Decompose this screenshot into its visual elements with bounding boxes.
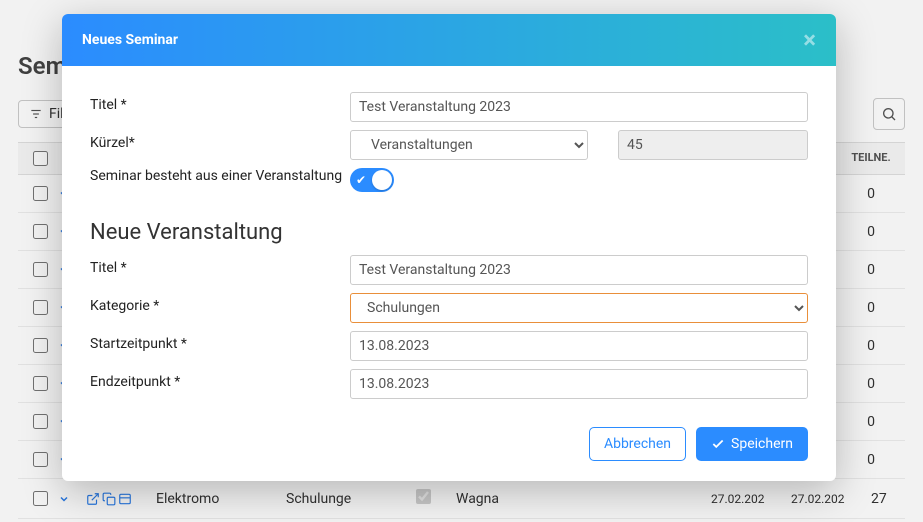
cancel-button[interactable]: Abbrechen — [589, 427, 686, 461]
label-titel: Titel * — [90, 92, 350, 113]
save-button[interactable]: Speichern — [696, 427, 808, 461]
check-icon: ✔ — [356, 173, 366, 187]
event-titel-input[interactable] — [350, 255, 808, 285]
toggle-knob — [372, 170, 392, 190]
modal-footer: Abbrechen Speichern — [62, 413, 836, 481]
section-title: Neue Veranstaltung — [90, 220, 808, 245]
label-kurzel: Kürzel* — [90, 130, 350, 151]
label-kategorie: Kategorie * — [90, 293, 350, 314]
modal-body: Titel * Kürzel* Veranstaltungen 45 Semin… — [62, 66, 836, 413]
label-end: Endzeitpunkt * — [90, 369, 350, 390]
label-single-event: Seminar besteht aus einer Veranstaltung — [90, 168, 350, 184]
modal-header: Neues Seminar × — [62, 14, 836, 66]
modal-title: Neues Seminar — [82, 32, 178, 48]
single-event-toggle[interactable]: ✔ — [350, 168, 394, 192]
new-seminar-modal: Neues Seminar × Titel * Kürzel* Veransta… — [62, 14, 836, 481]
close-icon[interactable]: × — [803, 28, 816, 52]
kurzel-number: 45 — [618, 130, 808, 160]
label-event-titel: Titel * — [90, 255, 350, 276]
kategorie-select[interactable]: Schulungen — [350, 293, 808, 323]
start-input[interactable] — [350, 331, 808, 361]
end-input[interactable] — [350, 369, 808, 399]
label-start: Startzeitpunkt * — [90, 331, 350, 352]
kurzel-select[interactable]: Veranstaltungen — [350, 130, 588, 160]
check-icon — [711, 437, 725, 451]
titel-input[interactable] — [350, 92, 808, 122]
